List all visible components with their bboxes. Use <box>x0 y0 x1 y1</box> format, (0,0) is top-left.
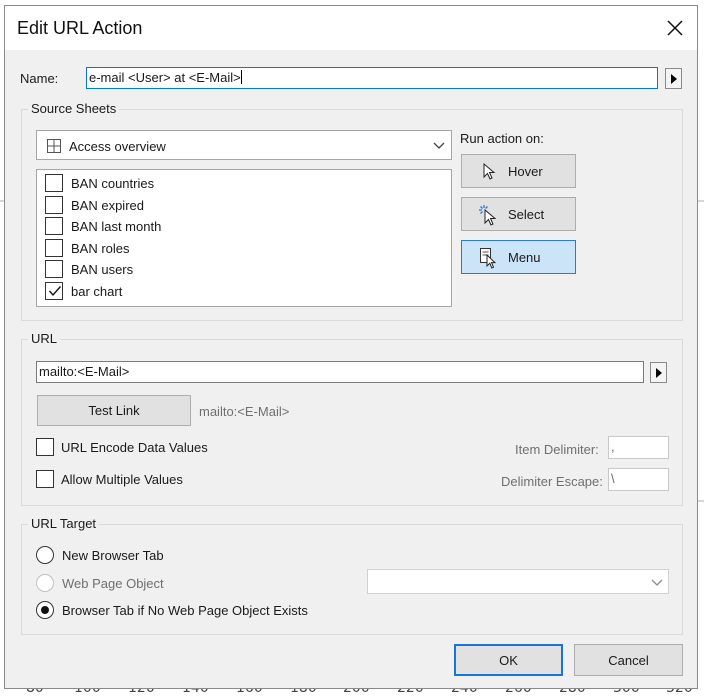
run-action-label: Run action on: <box>460 131 544 146</box>
new-browser-tab-label: New Browser Tab <box>62 548 164 563</box>
item-delimiter-value: , <box>611 439 615 454</box>
checkmark-icon <box>48 286 62 297</box>
sheet-label: BAN users <box>71 262 134 277</box>
ok-label: OK <box>499 653 518 668</box>
sheet-label: BAN expired <box>71 198 144 213</box>
test-link-label: Test Link <box>88 403 140 418</box>
close-button[interactable] <box>661 14 689 42</box>
url-insert-field-button[interactable] <box>650 362 667 383</box>
hover-label: Hover <box>508 164 543 179</box>
source-sheets-title: Source Sheets <box>28 101 120 116</box>
edit-url-action-dialog: Edit URL Action Name: e-mail <User> at <… <box>4 5 698 689</box>
new-browser-tab-radio[interactable] <box>36 546 54 564</box>
url-target-title: URL Target <box>28 516 100 531</box>
sheet-label: BAN last month <box>71 219 162 234</box>
sheet-label: bar chart <box>71 284 123 299</box>
source-sheet-dropdown[interactable]: Access overview <box>36 130 452 160</box>
sheet-checkbox[interactable] <box>45 217 63 235</box>
select-label: Select <box>508 207 545 222</box>
web-page-object-dropdown[interactable] <box>367 569 669 594</box>
triangle-right-icon <box>671 74 677 84</box>
cancel-button[interactable]: Cancel <box>574 644 683 676</box>
sheet-label: BAN countries <box>71 176 155 191</box>
sheet-checkbox[interactable] <box>45 239 63 257</box>
item-delimiter-label: Item Delimiter: <box>515 442 599 457</box>
cursor-click-icon <box>479 205 497 226</box>
url-input[interactable]: mailto:<E-Mail> <box>36 361 644 383</box>
name-input[interactable]: e-mail <User> at <E-Mail> <box>86 67 658 89</box>
sheet-checkbox[interactable] <box>45 196 63 214</box>
background-divider <box>698 200 704 202</box>
ok-button[interactable]: OK <box>454 644 563 676</box>
sheet-checkbox[interactable] <box>45 260 63 278</box>
name-insert-field-button[interactable] <box>665 68 682 89</box>
url-preview: mailto:<E-Mail> <box>199 404 290 419</box>
cancel-label: Cancel <box>608 653 649 668</box>
source-sheets-list: BAN countries BAN expired BAN last month… <box>36 169 452 307</box>
chevron-down-icon <box>651 579 663 586</box>
url-group-title: URL <box>28 331 61 346</box>
sheet-label: BAN roles <box>71 241 130 256</box>
title-bar: Edit URL Action <box>5 6 697 50</box>
sheet-checkbox-checked[interactable] <box>45 282 63 300</box>
delimiter-escape-input[interactable]: \ <box>608 468 669 491</box>
source-sheet-selected: Access overview <box>69 139 166 154</box>
menu-label: Menu <box>508 250 541 265</box>
web-page-object-label: Web Page Object <box>62 576 164 591</box>
radio-dot <box>41 606 49 614</box>
url-encode-label: URL Encode Data Values <box>61 440 208 455</box>
worksheet-icon <box>47 139 61 153</box>
cursor-menu-icon <box>480 248 497 269</box>
background-divider <box>698 500 704 502</box>
web-page-object-radio[interactable] <box>36 574 54 592</box>
browser-tab-fallback-label: Browser Tab if No Web Page Object Exists <box>62 603 308 618</box>
allow-multiple-checkbox[interactable] <box>36 470 54 488</box>
browser-tab-fallback-radio[interactable] <box>36 601 54 619</box>
run-on-select-button[interactable]: Select <box>461 197 576 231</box>
triangle-right-icon <box>656 368 662 378</box>
name-label: Name: <box>20 71 59 86</box>
sheet-checkbox[interactable] <box>45 174 63 192</box>
test-link-button[interactable]: Test Link <box>37 395 191 426</box>
url-encode-checkbox[interactable] <box>36 438 54 456</box>
run-on-hover-button[interactable]: Hover <box>461 154 576 188</box>
cursor-arrow-icon <box>483 163 496 180</box>
delimiter-escape-label: Delimiter Escape: <box>501 474 603 489</box>
text-caret <box>240 70 242 84</box>
url-input-value: mailto:<E-Mail> <box>39 364 130 379</box>
dialog-title: Edit URL Action <box>17 18 143 38</box>
chevron-down-icon <box>433 142 445 149</box>
delimiter-escape-value: \ <box>611 471 615 486</box>
close-icon <box>667 20 683 36</box>
allow-multiple-label: Allow Multiple Values <box>61 472 183 487</box>
name-input-value: e-mail <User> at <E-Mail> <box>89 70 241 85</box>
item-delimiter-input[interactable]: , <box>608 436 669 459</box>
run-on-menu-button[interactable]: Menu <box>461 240 576 274</box>
